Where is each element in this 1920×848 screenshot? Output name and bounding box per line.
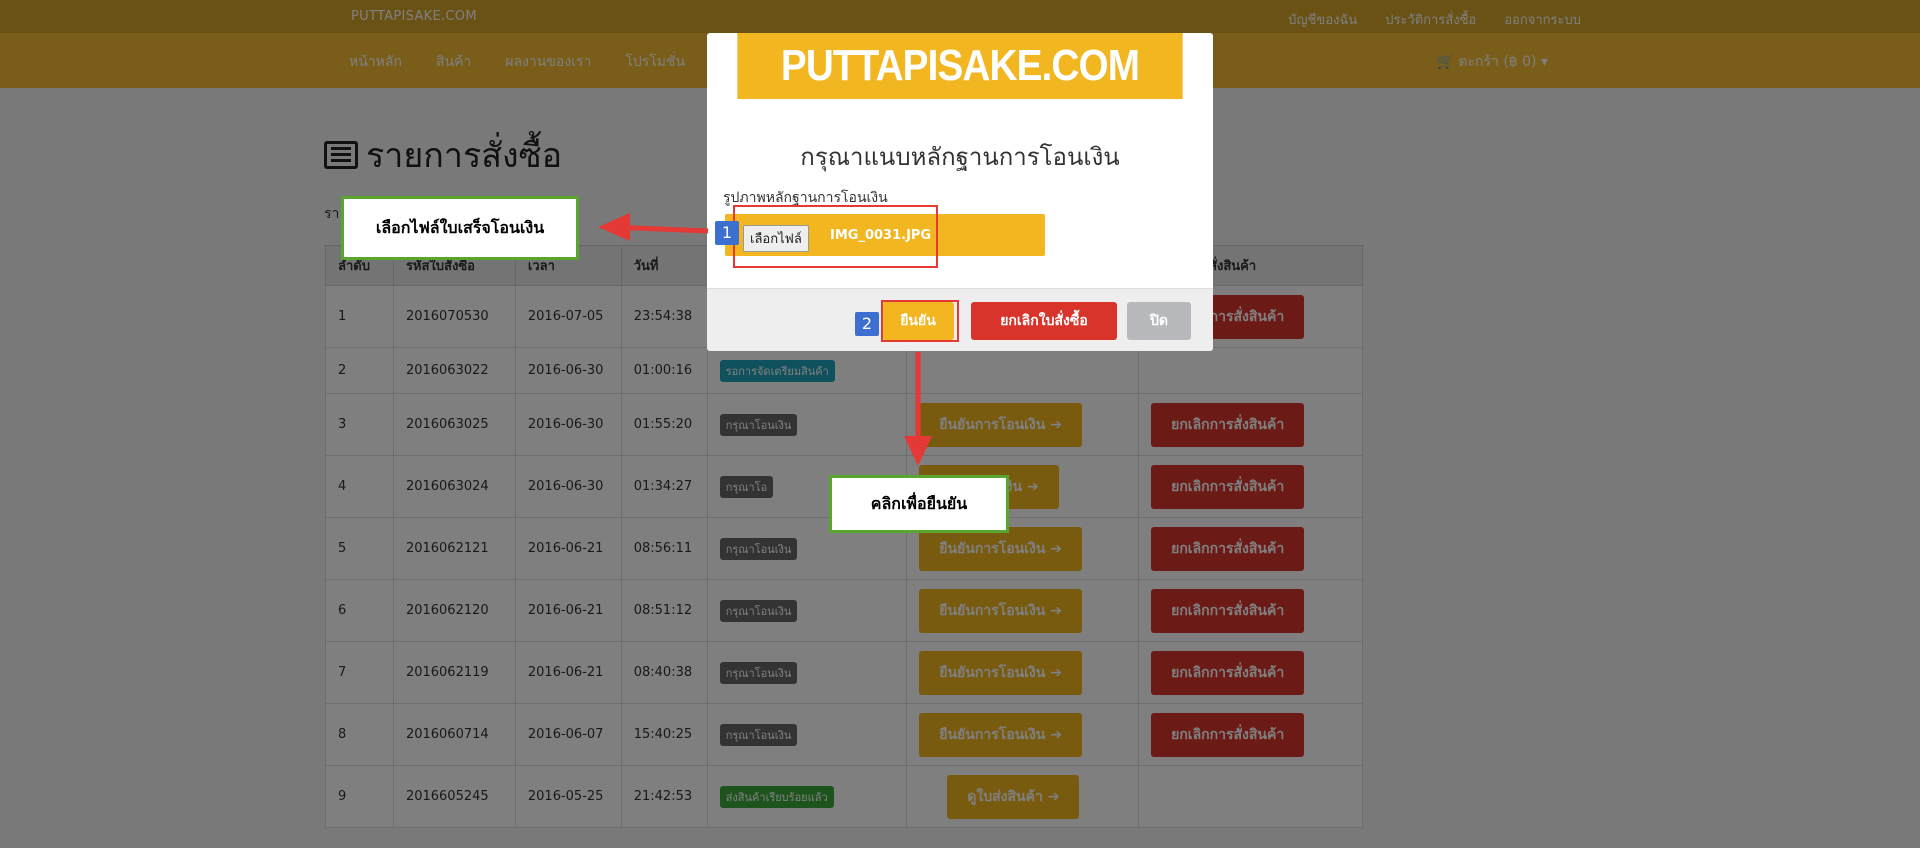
highlight-confirm-box — [881, 300, 959, 342]
highlight-file-box — [733, 205, 938, 268]
modal-footer: ยืนยัน ยกเลิกใบสั่งซื้อ ปิด — [707, 288, 1213, 351]
callout-click-confirm: คลิกเพื่อยืนยัน — [829, 475, 1009, 533]
callout-choose-file: เลือกไฟล์ใบเสร็จโอนเงิน — [341, 196, 579, 260]
cancel-order-modal-button[interactable]: ยกเลิกใบสั่งซื้อ — [971, 302, 1117, 340]
close-modal-button[interactable]: ปิด — [1127, 302, 1191, 340]
step-2-tag: 2 — [855, 312, 879, 336]
step-1-tag: 1 — [715, 221, 739, 245]
transfer-proof-modal: PUTTAPISAKE.COM × กรุณาแนบหลักฐานการโอนเ… — [707, 33, 1213, 351]
modal-brand-header: PUTTAPISAKE.COM — [737, 33, 1183, 99]
close-icon[interactable]: × — [1180, 39, 1195, 60]
modal-heading: กรุณาแนบหลักฐานการโอนเงิน — [800, 143, 1120, 171]
